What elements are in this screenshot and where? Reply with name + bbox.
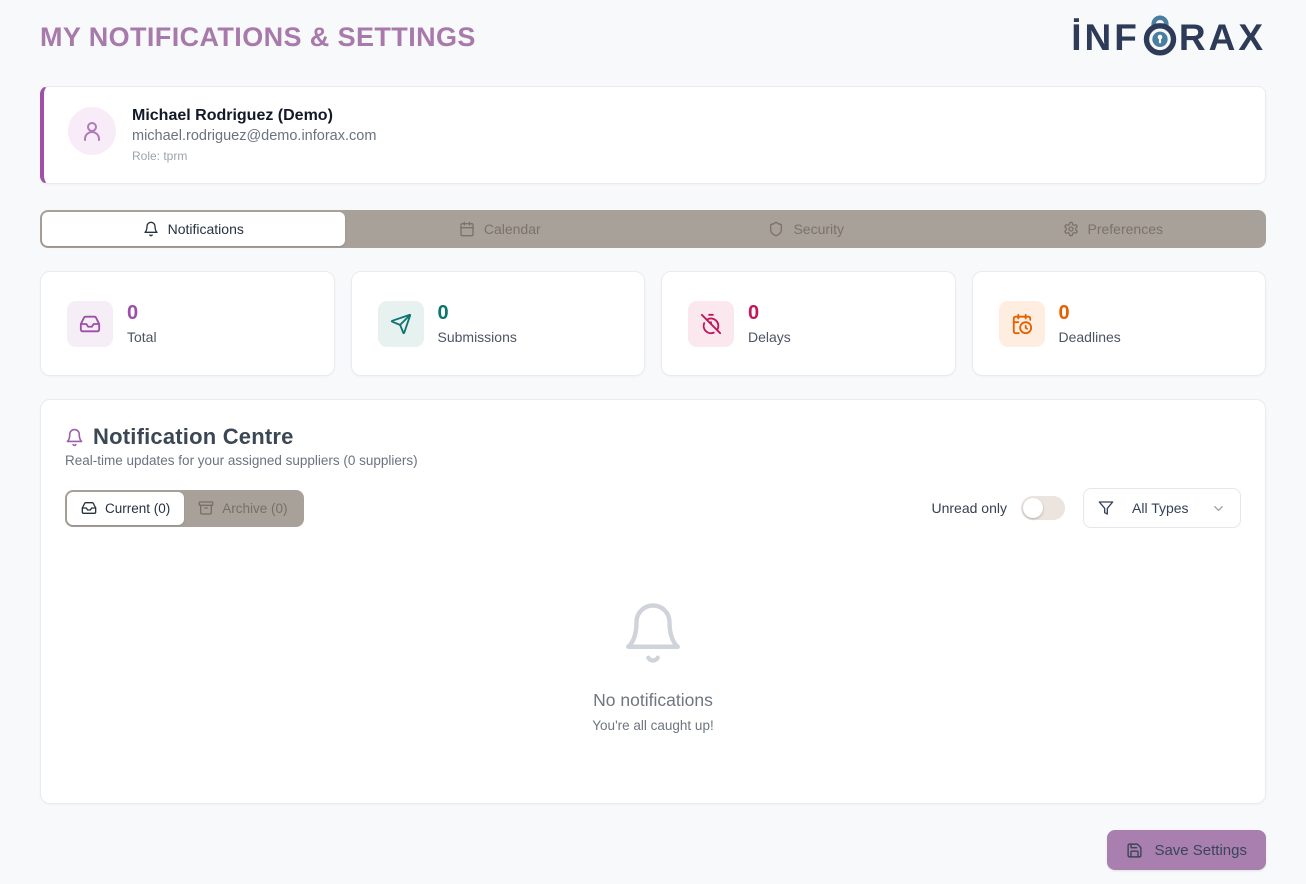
stat-value: 0	[748, 302, 791, 324]
filter-controls: Unread only All Types	[932, 488, 1242, 528]
save-settings-button[interactable]: Save Settings	[1107, 830, 1266, 870]
stat-value: 0	[438, 302, 517, 324]
stat-card-deadlines: 0 Deadlines	[972, 271, 1267, 376]
tab-label: Security	[793, 221, 844, 237]
notification-centre-panel: Notification Centre Real-time updates fo…	[40, 399, 1266, 804]
stat-label: Total	[127, 329, 157, 345]
notification-controls: Current (0) Archive (0) Unread only All …	[65, 488, 1241, 528]
user-role: Role: tprm	[132, 149, 376, 163]
tab-label: Calendar	[484, 221, 541, 237]
tab-label: Archive (0)	[222, 501, 287, 516]
panel-subtitle: Real-time updates for your assigned supp…	[65, 453, 1241, 468]
panel-header: Notification Centre	[65, 424, 1241, 450]
stat-card-delays: 0 Delays	[661, 271, 956, 376]
stat-label: Delays	[748, 329, 791, 345]
bell-icon	[620, 600, 686, 666]
stats-row: 0 Total 0 Submissions 0 De	[40, 271, 1266, 376]
user-name: Michael Rodriguez (Demo)	[132, 107, 376, 125]
panel-title: Notification Centre	[93, 424, 294, 450]
type-filter-value: All Types	[1126, 500, 1199, 516]
user-email: michael.rodriguez@demo.inforax.com	[132, 128, 376, 144]
inbox-icon	[67, 301, 113, 347]
chevron-down-icon	[1211, 501, 1226, 516]
type-filter-dropdown[interactable]: All Types	[1083, 488, 1241, 528]
tab-calendar[interactable]: Calendar	[349, 212, 652, 246]
inforax-logo: İNF RAX	[1071, 16, 1266, 58]
calendar-clock-icon	[999, 301, 1045, 347]
empty-state-subtitle: You're all caught up!	[592, 718, 713, 733]
stat-card-submissions: 0 Submissions	[351, 271, 646, 376]
tab-archive[interactable]: Archive (0)	[184, 492, 301, 525]
tab-notifications[interactable]: Notifications	[42, 212, 345, 246]
filter-icon	[1098, 500, 1114, 516]
bell-icon	[143, 221, 159, 237]
stat-card-total: 0 Total	[40, 271, 335, 376]
avatar	[68, 107, 116, 155]
stat-label: Submissions	[438, 329, 517, 345]
tab-label: Current (0)	[105, 501, 170, 516]
stat-label: Deadlines	[1059, 329, 1121, 345]
shield-icon	[768, 221, 784, 237]
logo-text-right: RAX	[1179, 19, 1266, 56]
tab-current[interactable]: Current (0)	[67, 492, 184, 525]
empty-state-title: No notifications	[593, 690, 713, 711]
stat-value: 0	[127, 302, 157, 324]
tab-security[interactable]: Security	[655, 212, 958, 246]
toggle-knob	[1023, 498, 1043, 518]
save-icon	[1126, 842, 1143, 859]
stat-value: 0	[1059, 302, 1121, 324]
unread-only-label: Unread only	[932, 500, 1008, 516]
save-label: Save Settings	[1154, 842, 1247, 859]
empty-state: No notifications You're all caught up!	[65, 600, 1241, 733]
tab-label: Preferences	[1088, 221, 1163, 237]
archive-icon	[198, 500, 214, 516]
tab-label: Notifications	[168, 221, 244, 237]
send-icon	[378, 301, 424, 347]
tab-preferences[interactable]: Preferences	[962, 212, 1265, 246]
footer-actions: Save Settings	[40, 830, 1266, 870]
timer-off-icon	[688, 301, 734, 347]
person-icon	[80, 119, 104, 143]
calendar-icon	[459, 221, 475, 237]
unread-only-toggle[interactable]	[1021, 496, 1065, 520]
page-title: MY NOTIFICATIONS & SETTINGS	[40, 16, 476, 53]
gear-icon	[1063, 221, 1079, 237]
user-info: Michael Rodriguez (Demo) michael.rodrigu…	[132, 107, 376, 163]
bell-icon	[65, 428, 84, 447]
top-bar: MY NOTIFICATIONS & SETTINGS İNF RAX	[40, 16, 1266, 58]
logo-text-left: İNF	[1071, 19, 1140, 56]
user-card: Michael Rodriguez (Demo) michael.rodrigu…	[40, 86, 1266, 184]
main-tab-bar: Notifications Calendar Security Preferen…	[40, 210, 1266, 248]
notifications-settings-page: MY NOTIFICATIONS & SETTINGS İNF RAX Mich…	[0, 0, 1306, 884]
logo-padlock-icon	[1142, 8, 1178, 58]
list-tab-group: Current (0) Archive (0)	[65, 490, 304, 527]
inbox-icon	[81, 500, 97, 516]
